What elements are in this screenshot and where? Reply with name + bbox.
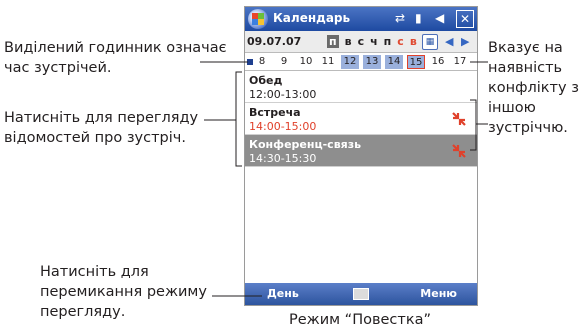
- hour-cell[interactable]: 11: [319, 55, 337, 69]
- appointment-title: Обед: [249, 74, 283, 87]
- figure-caption: Режим “Повестка”: [288, 312, 432, 328]
- appointment-item-selected[interactable]: Конференц-связь 14:30-15:30: [245, 135, 477, 167]
- hour-cell[interactable]: 17: [451, 55, 469, 69]
- weekday-wed[interactable]: с: [358, 35, 365, 48]
- conflict-icon: [452, 144, 466, 158]
- weekday-mon[interactable]: п: [327, 35, 339, 48]
- hour-cell-busy[interactable]: 14: [385, 55, 403, 69]
- callout-highlighted-hour: Виділений годинник означає час зустрічей…: [4, 40, 227, 76]
- callout-conflict: Вказує на наявність конфлікту з іншою зу…: [488, 40, 579, 136]
- next-arrow-icon[interactable]: ▶: [461, 35, 469, 48]
- device-screen: Календарь ⇄ ▮ ◀ ✕ 09.07.07 п в с ч п с в…: [244, 6, 478, 306]
- appointment-time: 12:00-13:00: [249, 88, 317, 101]
- appointment-time: 14:30-15:30: [249, 152, 317, 165]
- windows-start-icon[interactable]: [248, 9, 268, 29]
- hour-cell[interactable]: 16: [429, 55, 447, 69]
- hour-cell[interactable]: 10: [297, 55, 315, 69]
- softkey-day-view[interactable]: День: [267, 287, 299, 300]
- weekday-tue[interactable]: в: [345, 35, 352, 48]
- hour-cell-busy[interactable]: 13: [363, 55, 381, 69]
- title-bar: Календарь ⇄ ▮ ◀ ✕: [245, 7, 477, 31]
- hour-cell[interactable]: 9: [275, 55, 293, 69]
- close-button[interactable]: ✕: [456, 10, 474, 28]
- signal-icon[interactable]: ▮: [415, 11, 422, 25]
- prev-arrow-icon[interactable]: ◀: [445, 35, 453, 48]
- date-bar: 09.07.07 п в с ч п с в ▦ ◀ ▶: [245, 31, 477, 53]
- weekday-thu[interactable]: ч: [370, 35, 378, 48]
- close-icon: ✕: [459, 12, 471, 26]
- hour-bar: 8 9 10 11 12 13 14 15 16 17: [245, 53, 477, 71]
- keyboard-icon[interactable]: [353, 288, 369, 300]
- volume-icon[interactable]: ◀: [435, 11, 444, 25]
- appointment-item[interactable]: Встреча 14:00-15:00: [245, 103, 477, 135]
- appointment-title: Конференц-связь: [249, 138, 362, 151]
- callout-switch-mode: Натисніть для перемикання режиму перегля…: [40, 264, 207, 320]
- callout-tap-details: Натисніть для перегляду відомостей про з…: [4, 110, 199, 146]
- hour-cell-conflict[interactable]: 15: [407, 55, 425, 69]
- appointment-time: 14:00-15:00: [249, 120, 317, 133]
- weekday-selector: п в с ч п с в: [327, 35, 417, 48]
- weekday-fri[interactable]: п: [384, 35, 392, 48]
- hour-cell-busy[interactable]: 12: [341, 55, 359, 69]
- app-title: Календарь: [273, 11, 351, 25]
- today-icon[interactable]: ▦: [422, 34, 438, 50]
- current-date[interactable]: 09.07.07: [247, 35, 301, 48]
- conflict-icon: [452, 112, 466, 126]
- appointment-item[interactable]: Обед 12:00-13:00: [245, 71, 477, 103]
- softkey-menu[interactable]: Меню: [420, 287, 457, 300]
- sync-icon[interactable]: ⇄: [395, 11, 405, 25]
- appointment-title: Встреча: [249, 106, 301, 119]
- softkey-bar: День Меню: [245, 283, 477, 305]
- hour-cell[interactable]: 8: [253, 55, 271, 69]
- weekday-sun[interactable]: в: [410, 35, 417, 48]
- weekday-sat[interactable]: с: [397, 35, 404, 48]
